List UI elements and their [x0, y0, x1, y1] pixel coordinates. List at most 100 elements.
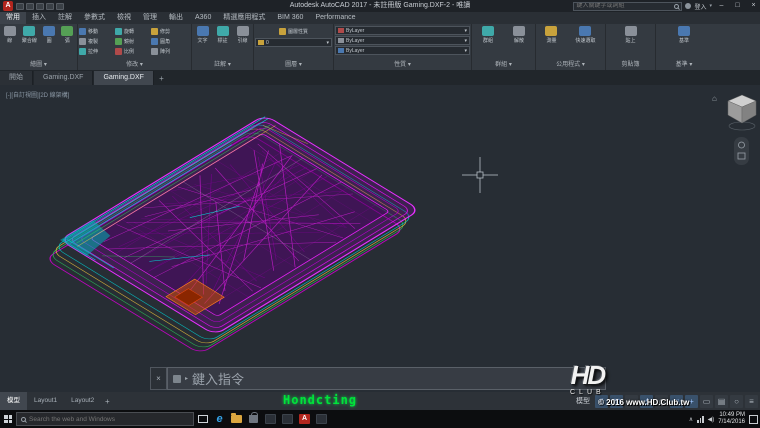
modify-array-button[interactable]: 陣列: [151, 46, 187, 56]
search-icon[interactable]: [674, 4, 679, 9]
drawing-area[interactable]: [-][自訂視圖][2D 線架構]: [0, 85, 760, 392]
undo-icon[interactable]: [46, 3, 54, 10]
action-center-icon[interactable]: [749, 415, 758, 424]
dynamic-input-icon[interactable]: ▭: [700, 395, 713, 408]
autocad-taskbar-button[interactable]: A: [296, 411, 313, 427]
wireframe-model[interactable]: [60, 115, 420, 335]
draw-line-button[interactable]: 線: [4, 26, 16, 44]
annotation-leader-button[interactable]: 引線: [237, 26, 249, 44]
volume-icon[interactable]: ◀): [708, 416, 715, 423]
annotation-dimension-button[interactable]: 標註: [217, 26, 229, 44]
lineweight-dropdown[interactable]: ByLayer ▾: [335, 46, 470, 55]
tab-parametric[interactable]: 參數式: [78, 12, 111, 24]
viewcube[interactable]: ⌂: [712, 94, 756, 130]
annotation-text-button[interactable]: 文字: [197, 26, 209, 44]
modify-move-button[interactable]: 移動: [79, 26, 115, 36]
minimize-button[interactable]: –: [715, 0, 728, 12]
pinned-app-button[interactable]: [279, 411, 296, 427]
file-tab-gaming-2-active[interactable]: Gaming.DXF: [94, 71, 153, 85]
file-explorer-button[interactable]: [228, 411, 245, 427]
modify-copy-button[interactable]: 複製: [79, 36, 115, 46]
command-close-button[interactable]: ×: [150, 367, 167, 390]
panel-name-modify[interactable]: 修改 ▾: [78, 60, 191, 70]
command-input[interactable]: ▸ 鍵入指令: [167, 367, 606, 390]
file-tab-start[interactable]: 開始: [0, 71, 33, 85]
help-search-box[interactable]: [573, 2, 682, 11]
layout-tab-layout2[interactable]: Layout2: [64, 392, 101, 410]
panel-name-base[interactable]: 基準 ▾: [656, 60, 712, 70]
quick-select-button[interactable]: 快速選取: [575, 26, 595, 44]
redo-icon[interactable]: [56, 3, 64, 10]
new-layout-button[interactable]: +: [101, 397, 113, 406]
task-view-button[interactable]: [194, 411, 211, 427]
customize-menu-icon[interactable]: ≡: [745, 395, 758, 408]
ungroup-button[interactable]: 解散: [513, 26, 525, 44]
pinned-app-button[interactable]: [262, 411, 279, 427]
open-file-icon[interactable]: [26, 3, 34, 10]
chevron-down-icon[interactable]: ▾: [709, 3, 712, 9]
save-icon[interactable]: [36, 3, 44, 10]
help-search-input[interactable]: [576, 3, 672, 9]
maximize-button[interactable]: □: [731, 0, 744, 12]
layout-tab-layout1[interactable]: Layout1: [27, 392, 64, 410]
tab-output[interactable]: 輸出: [163, 12, 189, 24]
app-menu-icon[interactable]: A: [3, 1, 13, 11]
edge-browser-button[interactable]: e: [211, 411, 228, 427]
layout-tab-model[interactable]: 模型: [0, 392, 27, 410]
model-viewport[interactable]: ⌂: [0, 85, 760, 392]
modify-rotate-button[interactable]: 旋轉: [115, 26, 151, 36]
tab-a360[interactable]: A360: [189, 12, 217, 24]
draw-polyline-button[interactable]: 聚合線: [22, 26, 37, 44]
draw-circle-button[interactable]: 圓: [43, 26, 55, 44]
object-color-dropdown[interactable]: ByLayer ▾: [335, 26, 470, 35]
panel-name-groups[interactable]: 群組 ▾: [472, 60, 535, 70]
paste-button[interactable]: 貼上: [625, 26, 637, 44]
taskbar-clock[interactable]: 10:49 PM 7/14/2016: [718, 412, 745, 426]
modify-scale-button[interactable]: 比例: [115, 46, 151, 56]
modify-fillet-button[interactable]: 圓角: [151, 36, 187, 46]
new-file-icon[interactable]: [16, 3, 24, 10]
tab-annotate[interactable]: 註解: [52, 12, 78, 24]
viewport-controls[interactable]: [-][自訂視圖][2D 線架構]: [6, 90, 69, 99]
command-line-dock[interactable]: × ▸ 鍵入指令: [150, 367, 606, 390]
navigation-bar[interactable]: [734, 137, 749, 165]
draw-arc-button[interactable]: 弧: [61, 26, 73, 44]
taskbar-search-box[interactable]: [16, 412, 194, 426]
wrench-icon[interactable]: [173, 375, 181, 383]
tab-bim360[interactable]: BIM 360: [271, 12, 309, 24]
tab-home[interactable]: 常用: [0, 12, 26, 24]
new-drawing-tab-button[interactable]: +: [155, 72, 168, 85]
layer-properties-button[interactable]: 圖層性質: [255, 26, 332, 36]
file-tab-gaming-1[interactable]: Gaming.DXF: [34, 71, 93, 85]
model-space-indicator[interactable]: 模型: [576, 396, 590, 406]
linetype-dropdown[interactable]: ByLayer ▾: [335, 36, 470, 45]
tab-featured-apps[interactable]: 精選應用程式: [217, 12, 271, 24]
panel-name-annotation[interactable]: 註解 ▾: [192, 60, 253, 70]
tab-insert[interactable]: 插入: [26, 12, 52, 24]
tab-manage[interactable]: 管理: [137, 12, 163, 24]
layer-dropdown[interactable]: 0 ▾: [255, 38, 332, 47]
modify-mirror-button[interactable]: 鏡射: [115, 36, 151, 46]
panel-name-layers[interactable]: 圖層 ▾: [254, 60, 333, 70]
panel-name-properties[interactable]: 性質 ▾: [334, 60, 471, 70]
store-button[interactable]: [245, 411, 262, 427]
sign-in-label[interactable]: 登入: [694, 2, 706, 11]
taskbar-search-input[interactable]: [29, 416, 179, 423]
lineweight-display-icon[interactable]: ▤: [715, 395, 728, 408]
annotation-scale-icon[interactable]: ○: [730, 395, 743, 408]
panel-name-draw[interactable]: 繪圖 ▾: [0, 60, 77, 70]
start-button[interactable]: [0, 410, 16, 428]
modify-stretch-button[interactable]: 拉伸: [79, 46, 115, 56]
tab-performance[interactable]: Performance: [309, 12, 361, 24]
base-button[interactable]: 基準: [678, 26, 690, 44]
network-icon[interactable]: [697, 416, 704, 423]
panel-name-utilities[interactable]: 公用程式 ▾: [536, 60, 605, 70]
panel-name-clipboard[interactable]: 剪貼簿: [606, 60, 655, 70]
measure-button[interactable]: 測量: [545, 26, 557, 44]
recent-commands-icon[interactable]: ▸: [185, 375, 188, 382]
tray-expand-icon[interactable]: ∧: [689, 416, 693, 423]
group-button[interactable]: 群組: [482, 26, 494, 44]
tab-view[interactable]: 檢視: [111, 12, 137, 24]
close-button[interactable]: ×: [747, 0, 760, 12]
modify-trim-button[interactable]: 修剪: [151, 26, 187, 36]
